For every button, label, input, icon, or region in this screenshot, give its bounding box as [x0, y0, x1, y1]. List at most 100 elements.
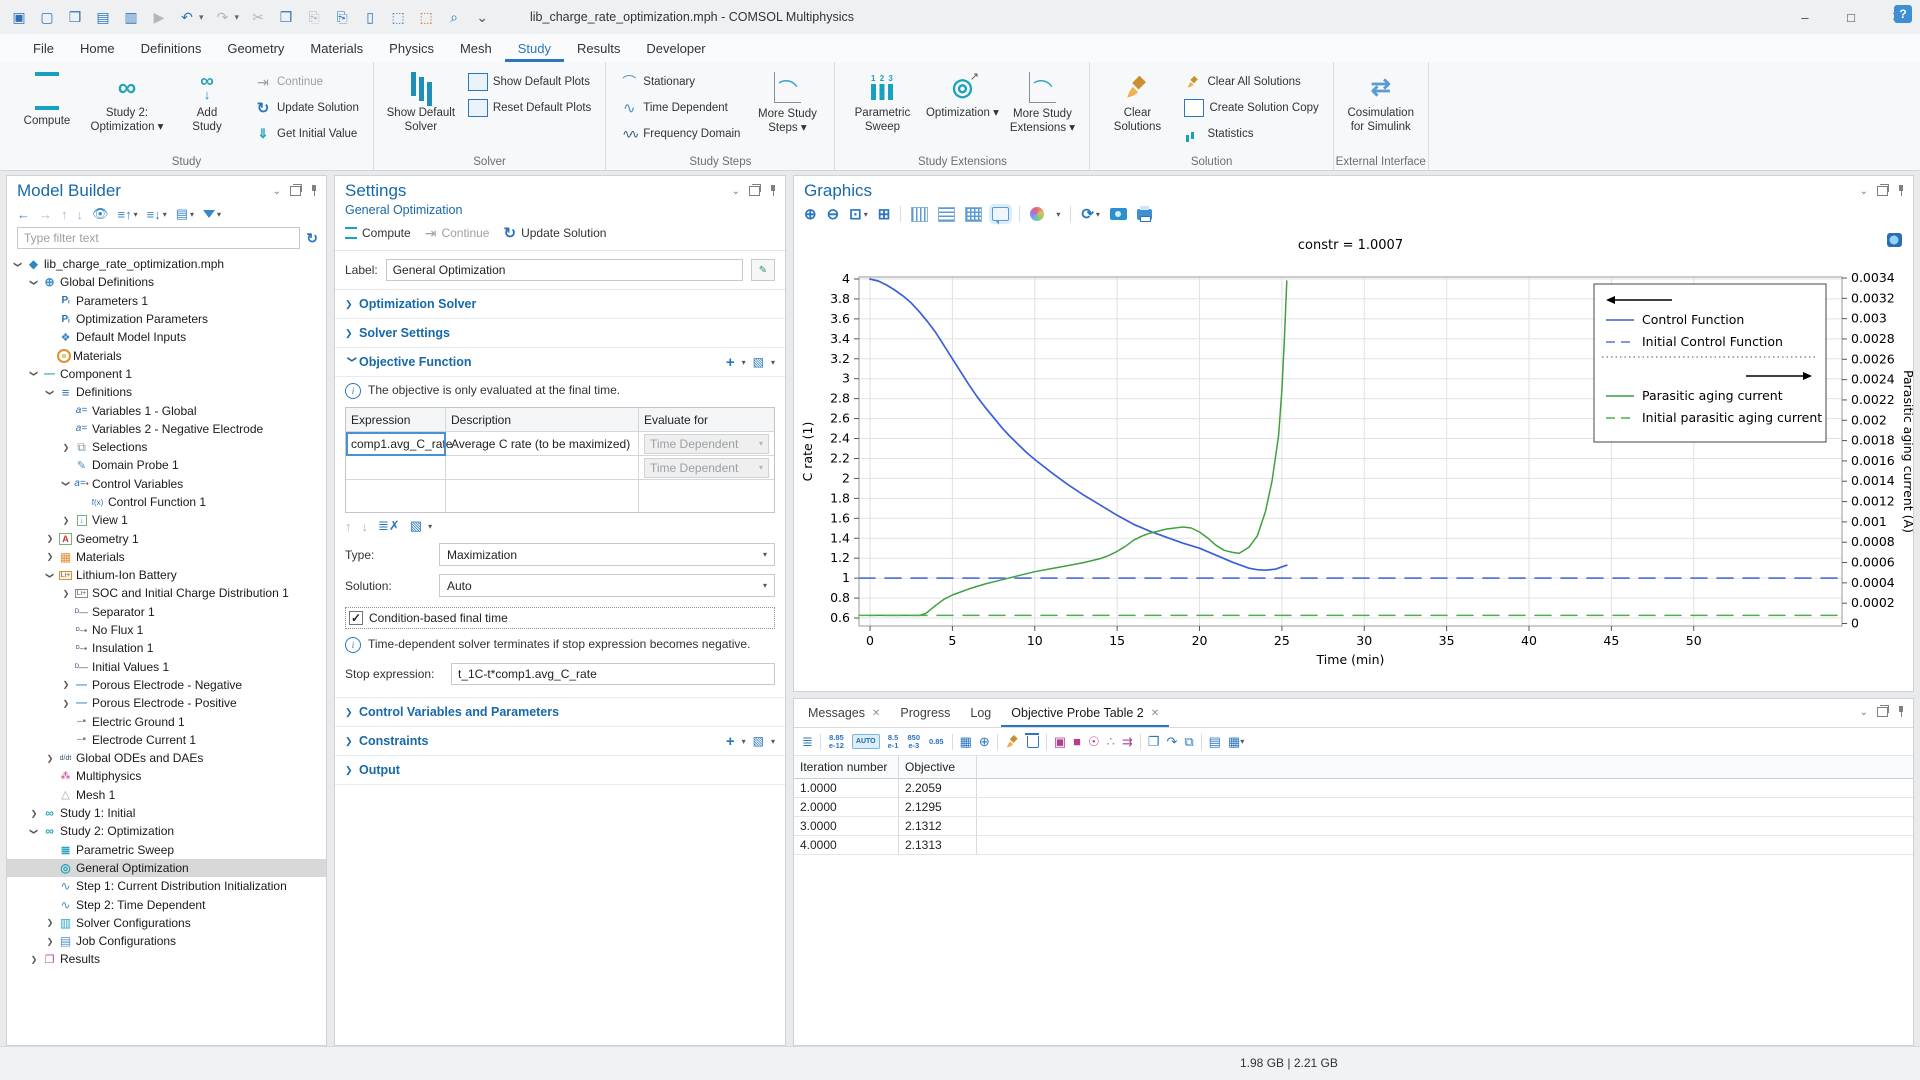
find-icon[interactable]: ⌕ — [445, 8, 463, 26]
polar-plot-icon[interactable]: ⊕ — [979, 734, 990, 750]
tree-expand-icon[interactable]: ❯ — [27, 955, 41, 964]
delete-table-icon[interactable] — [1027, 736, 1039, 748]
float-pane-icon[interactable] — [290, 186, 301, 196]
continue-button[interactable]: Continue — [248, 70, 365, 94]
tree-item-multiphysics[interactable]: Multiphysics — [7, 767, 326, 785]
tree-item-parametric-sweep[interactable]: Parametric Sweep — [7, 841, 326, 859]
color-palette-icon[interactable] — [1030, 207, 1044, 221]
close-tab-icon[interactable]: ✕ — [1151, 708, 1159, 719]
table-row[interactable]: 4.00002.1313 — [794, 836, 1913, 855]
tree-item-lib-charge-rate-optimization-mph[interactable]: ❯lib_charge_rate_optimization.mph — [7, 255, 326, 273]
section-objective-function[interactable]: ❯ Objective Function +▾ ▧▾ — [335, 348, 785, 377]
get-initial-value-button[interactable]: Get Initial Value — [248, 122, 365, 146]
objective-row[interactable]: Time Dependent▾ — [346, 456, 774, 480]
stop-expression-input[interactable] — [451, 663, 775, 685]
tree-expand-icon[interactable]: ❯ — [62, 477, 71, 491]
table-graph-icon[interactable]: ▣ — [1054, 734, 1066, 750]
pane-menu-icon[interactable]: ⌄ — [732, 186, 740, 197]
menu-results[interactable]: Results — [564, 34, 633, 62]
tree-expand-icon[interactable]: ❯ — [43, 918, 57, 927]
menu-definitions[interactable]: Definitions — [128, 34, 215, 62]
tree-item-electrode-current-1[interactable]: Electrode Current 1 — [7, 731, 326, 749]
tree-item-study-1-initial[interactable]: ❯Study 1: Initial — [7, 804, 326, 822]
move-down-icon[interactable]: ↓ — [77, 207, 84, 222]
move-down-icon[interactable]: ↓ — [362, 519, 369, 534]
tree-item-parameters-1[interactable]: Parameters 1 — [7, 292, 326, 310]
paste-icon[interactable]: ⎘ — [305, 8, 323, 26]
tree-expand-icon[interactable]: ❯ — [30, 824, 39, 838]
tree-item-view-1[interactable]: ❯View 1 — [7, 511, 326, 529]
pane-menu-icon[interactable]: ⌄ — [1860, 707, 1868, 718]
plot-canvas[interactable]: constr = 1.00070510152025303540455043.83… — [794, 227, 1913, 679]
objective-row[interactable]: comp1.avg_C_rateAverage C rate (to be ma… — [346, 432, 774, 456]
menu-mesh[interactable]: Mesh — [447, 34, 505, 62]
grid-icon[interactable] — [965, 207, 982, 222]
update-solution-button[interactable]: Update Solution — [503, 224, 606, 242]
create-solution-copy-button[interactable]: Create Solution Copy — [1178, 96, 1324, 120]
chevron-down-icon[interactable]: ▾ — [742, 737, 746, 746]
color-swatch-icon[interactable]: ■ — [1073, 734, 1081, 749]
duplicate-icon[interactable]: ⎘ — [333, 8, 351, 26]
description-cell[interactable] — [446, 456, 639, 480]
cut-icon[interactable]: ✂ — [249, 8, 267, 26]
minimize-button[interactable]: – — [1782, 0, 1828, 34]
move-up-icon[interactable]: ↑ — [345, 519, 352, 534]
tree-expand-icon[interactable]: ❯ — [59, 516, 73, 525]
optimization-button[interactable]: Optimization ▾ — [923, 68, 1001, 150]
menu-geometry[interactable]: Geometry — [214, 34, 297, 62]
tree-item-porous-electrode-negative[interactable]: ❯Porous Electrode - Negative — [7, 676, 326, 694]
report-icon[interactable]: ▤ — [1209, 734, 1221, 750]
menu-physics[interactable]: Physics — [376, 34, 447, 62]
contour-icon[interactable]: ☉ — [1088, 734, 1100, 750]
y-grid-icon[interactable] — [938, 207, 955, 222]
tree-item-component-1[interactable]: ❯Component 1 — [7, 365, 326, 383]
tree-item-global-definitions[interactable]: ❯Global Definitions — [7, 273, 326, 291]
show-default-solver-button[interactable]: Show DefaultSolver — [382, 68, 460, 150]
menu-home[interactable]: Home — [67, 34, 128, 62]
frequency-domain-button[interactable]: Frequency Domain — [614, 122, 746, 146]
zoom-extents-icon[interactable]: ⊞ — [878, 205, 891, 223]
more-study-steps-button[interactable]: More StudySteps ▾ — [748, 68, 826, 150]
undo-icon[interactable]: ↶ — [178, 8, 196, 26]
section-output[interactable]: ❯ Output — [335, 756, 785, 785]
scatter-icon[interactable]: ∴ — [1107, 734, 1115, 750]
section-constraints[interactable]: ❯ Constraints +▾ ▧▾ — [335, 727, 785, 756]
parametric-sweep-button[interactable]: ParametricSweep — [843, 68, 921, 150]
new-file-icon[interactable]: ▢ — [38, 8, 56, 26]
study-2-optimization-button[interactable]: Study 2:Optimization ▾ — [88, 68, 166, 150]
continue-button[interactable]: Continue — [425, 225, 490, 242]
delete-row-icon[interactable]: ≣✗ — [378, 518, 400, 534]
float-pane-icon[interactable] — [1877, 186, 1888, 196]
zoom-box-icon[interactable]: ⊡▾ — [849, 205, 868, 223]
tree-item-variables-2-negative-electrode[interactable]: Variables 2 - Negative Electrode — [7, 420, 326, 438]
pane-menu-icon[interactable]: ⌄ — [1860, 186, 1868, 197]
tree-item-no-flux-1[interactable]: No Flux 1 — [7, 621, 326, 639]
app-icon[interactable]: ▣ — [10, 8, 28, 26]
maximize-button[interactable]: □ — [1828, 0, 1874, 34]
tree-item-default-model-inputs[interactable]: Default Model Inputs — [7, 328, 326, 346]
tree-expand-icon[interactable]: ❯ — [46, 568, 55, 582]
time-dependent-button[interactable]: Time Dependent — [614, 96, 746, 120]
tree-item-lithium-ion-battery[interactable]: ❯Lithium-Ion Battery — [7, 566, 326, 584]
stationary-button[interactable]: Stationary — [614, 70, 746, 94]
table-row[interactable]: 2.00002.1295 — [794, 798, 1913, 817]
tree-item-insulation-1[interactable]: Insulation 1 — [7, 639, 326, 657]
engineering-notation-button[interactable]: 850e-3 — [906, 732, 921, 751]
table-settings-icon[interactable]: ▧ — [753, 355, 764, 369]
more-study-extensions-button[interactable]: More StudyExtensions ▾ — [1003, 68, 1081, 150]
close-tab-icon[interactable]: ✕ — [872, 708, 880, 719]
tree-item-step-2-time-dependent[interactable]: Step 2: Time Dependent — [7, 895, 326, 913]
tree-item-job-configurations[interactable]: ❯Job Configurations — [7, 932, 326, 950]
menu-study[interactable]: Study — [505, 34, 564, 62]
move-up-icon[interactable]: ↑ — [61, 207, 68, 222]
tree-item-electric-ground-1[interactable]: Electric Ground 1 — [7, 712, 326, 730]
evaluate-for-dropdown[interactable]: Time Dependent▾ — [644, 458, 769, 478]
scientific-notation-button[interactable]: 8.5e-1 — [887, 732, 900, 751]
select-box-icon[interactable]: ⬚ — [389, 8, 407, 26]
add-study-button[interactable]: AddStudy — [168, 68, 246, 150]
rename-button[interactable]: ✎ — [751, 259, 775, 281]
add-constraint-icon[interactable]: + — [726, 733, 735, 750]
tree-item-selections[interactable]: ❯Selections — [7, 438, 326, 456]
table-row[interactable]: 1.00002.2059 — [794, 779, 1913, 798]
delete-icon[interactable]: ▯ — [361, 8, 379, 26]
